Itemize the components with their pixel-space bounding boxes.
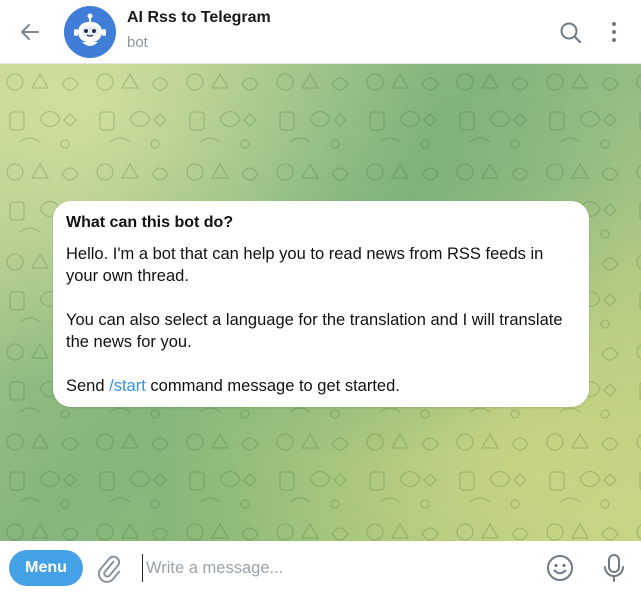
card-paragraph-intro: Hello. I'm a bot that can help you to re… <box>66 245 544 285</box>
arrow-left-icon <box>21 24 39 40</box>
chat-background: What can this bot do? Hello. I'm a bot t… <box>0 64 641 541</box>
bot-description-card: What can this bot do? Hello. I'm a bot t… <box>53 201 589 407</box>
smiley-icon <box>547 555 573 581</box>
card-paragraph-start: Send /start command message to get start… <box>66 375 575 397</box>
more-options-button[interactable] <box>604 16 624 48</box>
back-button[interactable] <box>14 16 46 48</box>
search-icon <box>560 22 582 44</box>
card-title: What can this bot do? <box>66 214 234 231</box>
menu-button[interactable]: Menu <box>9 550 83 586</box>
chat-subtitle: bot <box>127 34 148 51</box>
emoji-button[interactable] <box>545 553 575 583</box>
microphone-button[interactable] <box>600 552 628 584</box>
paperclip-icon <box>97 555 121 583</box>
card-paragraph-translation: You can also select a language for the t… <box>66 311 563 351</box>
vertical-dots-icon <box>612 22 616 26</box>
start-command-link[interactable]: /start <box>109 377 146 395</box>
start-text-before: Send <box>66 377 110 395</box>
bot-avatar[interactable] <box>64 6 116 58</box>
chat-header: AI Rss to Telegram bot <box>0 0 641 64</box>
robot-icon <box>74 13 106 46</box>
message-composer: Menu <box>0 541 641 596</box>
attach-button[interactable] <box>94 553 126 585</box>
search-button[interactable] <box>556 18 586 48</box>
message-input[interactable] <box>142 554 522 582</box>
chat-title[interactable]: AI Rss to Telegram <box>127 9 271 27</box>
start-text-after: command message to get started. <box>145 377 400 395</box>
microphone-icon <box>604 554 624 582</box>
